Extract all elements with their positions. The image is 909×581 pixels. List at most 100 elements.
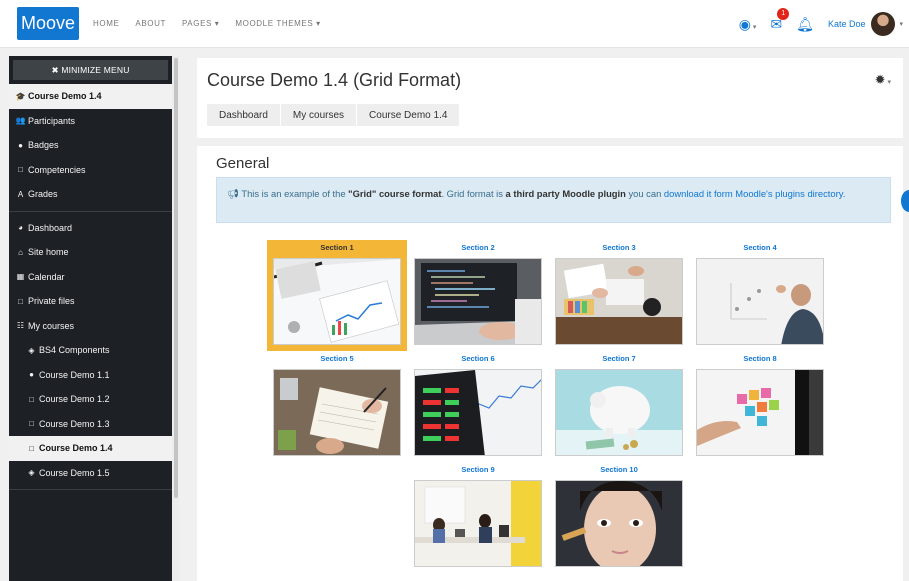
sidebar-item-label: Course Demo 1.5 bbox=[39, 467, 110, 478]
section-image-whiteboard bbox=[696, 258, 824, 345]
section-tile-3[interactable]: Section 3 bbox=[549, 240, 689, 351]
sidebar-divider bbox=[9, 489, 172, 490]
breadcrumb-dashboard[interactable]: Dashboard bbox=[207, 104, 281, 126]
sidebar-item-label: Private files bbox=[28, 296, 75, 307]
sidebar-item-course-demo-1-3[interactable]: □ Course Demo 1.3 bbox=[9, 412, 172, 437]
sidebar-item-course-demo-1-1[interactable]: ● Course Demo 1.1 bbox=[9, 363, 172, 388]
sidebar-item-grades[interactable]: A Grades bbox=[9, 182, 172, 207]
info-text: . bbox=[842, 188, 846, 199]
sidebar-item-private-files[interactable]: □ Private files bbox=[9, 289, 172, 314]
sidebar-item-competencies[interactable]: □ Competencies bbox=[9, 158, 172, 183]
section-image-portrait bbox=[555, 480, 683, 567]
section-tile-6[interactable]: Section 6 bbox=[408, 351, 548, 462]
breadcrumb: Dashboard My courses Course Demo 1.4 bbox=[207, 104, 460, 126]
section-tile-10[interactable]: Section 10 bbox=[549, 462, 689, 573]
section-tile-2[interactable]: Section 2 bbox=[408, 240, 548, 351]
sidebar-item-label: Course Demo 1.3 bbox=[39, 418, 110, 429]
sidebar-item-bs4-components[interactable]: ◈ BS4 Components bbox=[9, 338, 172, 363]
sidebar-item-label: Course Demo 1.2 bbox=[39, 394, 110, 405]
graduation-cap-icon: 🎓 bbox=[15, 91, 26, 101]
puzzle-icon: ◈ bbox=[28, 345, 35, 355]
sidebar-item-course-demo-1-2[interactable]: □ Course Demo 1.2 bbox=[9, 387, 172, 412]
sidebar-item-course-demo-1-4-current[interactable]: □ Course Demo 1.4 bbox=[9, 436, 172, 461]
section-image-office bbox=[414, 480, 542, 567]
sidebar-item-label: Course Demo 1.4 bbox=[39, 443, 113, 454]
info-text-bold: a third party Moodle plugin bbox=[505, 188, 626, 199]
section-title: General bbox=[216, 155, 270, 172]
section-label: Section 9 bbox=[461, 465, 495, 474]
user-name[interactable]: Kate Doe bbox=[828, 19, 866, 29]
sidebar-item-my-courses[interactable]: ☷ My courses bbox=[9, 314, 172, 339]
section-tile-5[interactable]: Section 5 bbox=[267, 351, 407, 462]
info-text: . Grid format is bbox=[441, 188, 506, 199]
sidebar-item-label: My courses bbox=[28, 320, 75, 331]
grades-icon: A bbox=[17, 189, 24, 199]
section-label: Section 4 bbox=[743, 243, 777, 252]
course-content: General 📢︎ This is an example of the "Gr… bbox=[197, 146, 903, 581]
notification-badge: 1 bbox=[777, 7, 790, 20]
sidebar-item-dashboard[interactable]: ◕ Dashboard bbox=[9, 216, 172, 241]
breadcrumb-course-demo-1-4[interactable]: Course Demo 1.4 bbox=[357, 104, 459, 126]
gear-icon[interactable]: ✹ ▾ bbox=[875, 72, 891, 88]
section-tile-4[interactable]: Section 4 bbox=[690, 240, 830, 351]
sidebar-item-course-demo-1-5[interactable]: ◈ Course Demo 1.5 bbox=[9, 461, 172, 486]
breadcrumb-my-courses[interactable]: My courses bbox=[281, 104, 358, 126]
section-image-stock-chart bbox=[414, 369, 542, 456]
dashboard-icon: ◕ bbox=[18, 223, 23, 233]
sidebar-item-course-demo-1-4[interactable]: 🎓 Course Demo 1.4 bbox=[9, 84, 172, 109]
nav-about-link[interactable]: ABOUT bbox=[135, 19, 166, 28]
page-title: Course Demo 1.4 (Grid Format) bbox=[207, 70, 462, 90]
folder-icon: □ bbox=[29, 443, 34, 453]
section-image-desk-meeting bbox=[555, 258, 683, 345]
folder-icon: □ bbox=[18, 165, 23, 175]
top-navbar: Moove HOME ABOUT PAGES ▾ MOODLE THEMES ▾… bbox=[0, 0, 909, 48]
bell-icon[interactable]: 🔔︎ bbox=[796, 16, 814, 33]
section-label: Section 8 bbox=[743, 354, 777, 363]
section-label: Section 10 bbox=[600, 465, 638, 474]
bullhorn-icon: 📢︎ bbox=[227, 188, 242, 199]
info-text-bold: "Grid" course format bbox=[348, 188, 442, 199]
section-tile-1[interactable]: Section 1 bbox=[267, 240, 407, 351]
section-image-notebook bbox=[273, 369, 401, 456]
section-label: Section 5 bbox=[320, 354, 354, 363]
section-label: Section 6 bbox=[461, 354, 495, 363]
sidebar-item-label: Grades bbox=[28, 189, 58, 200]
brand-logo[interactable]: Moove bbox=[17, 7, 79, 40]
info-text: This is an example of the bbox=[241, 188, 349, 199]
sidebar-item-label: Badges bbox=[28, 140, 59, 151]
section-label: Section 7 bbox=[602, 354, 636, 363]
sidebar-item-label: BS4 Components bbox=[39, 345, 110, 356]
nav-home-link[interactable]: HOME bbox=[93, 19, 119, 28]
home-icon: ⌂ bbox=[18, 247, 23, 257]
sidebar: ✖ MINIMIZE MENU 🎓 Course Demo 1.4 👥 Partic… bbox=[9, 56, 172, 581]
section-label: Section 1 bbox=[320, 243, 354, 252]
section-tile-7[interactable]: Section 7 bbox=[549, 351, 689, 462]
nav-moodle-themes-dropdown[interactable]: MOODLE THEMES ▾ bbox=[235, 19, 320, 28]
section-tile-9[interactable]: Section 9 bbox=[408, 462, 548, 573]
section-tile-8[interactable]: Section 8 bbox=[690, 351, 830, 462]
sidebar-item-label: Competencies bbox=[28, 164, 86, 175]
info-alert: 📢︎ This is an example of the "Grid" cour… bbox=[216, 177, 891, 223]
sidebar-item-participants[interactable]: 👥 Participants bbox=[9, 109, 172, 134]
calendar-icon: ▦ bbox=[16, 272, 25, 282]
sidebar-item-site-home[interactable]: ⌂ Site home bbox=[9, 240, 172, 265]
sidebar-scrollbar[interactable] bbox=[174, 58, 178, 498]
sidebar-item-label: Participants bbox=[28, 115, 76, 126]
folder-icon: □ bbox=[29, 394, 34, 404]
envelope-icon[interactable]: ✉ 1 bbox=[770, 7, 790, 33]
section-image-charts bbox=[273, 258, 401, 345]
chevron-down-icon[interactable]: ▾ bbox=[899, 20, 903, 28]
globe-icon[interactable]: ◉ ▾ bbox=[739, 16, 757, 33]
avatar[interactable] bbox=[871, 12, 896, 36]
users-icon: 👥 bbox=[15, 116, 26, 126]
sidebar-divider bbox=[9, 210, 172, 212]
plugin-directory-link[interactable]: download it form Moodle's plugins direct… bbox=[664, 188, 843, 199]
sidebar-item-badges[interactable]: ● Badges bbox=[9, 133, 172, 158]
badge-icon: ● bbox=[18, 140, 23, 150]
sidebar-item-label: Dashboard bbox=[28, 222, 73, 233]
sidebar-item-calendar[interactable]: ▦ Calendar bbox=[9, 265, 172, 290]
minimize-menu-button[interactable]: ✖ MINIMIZE MENU bbox=[13, 60, 168, 80]
sidebar-item-label: Site home bbox=[28, 247, 69, 258]
sidebar-item-label: Calendar bbox=[28, 271, 65, 282]
nav-pages-dropdown[interactable]: PAGES ▾ bbox=[182, 19, 219, 28]
